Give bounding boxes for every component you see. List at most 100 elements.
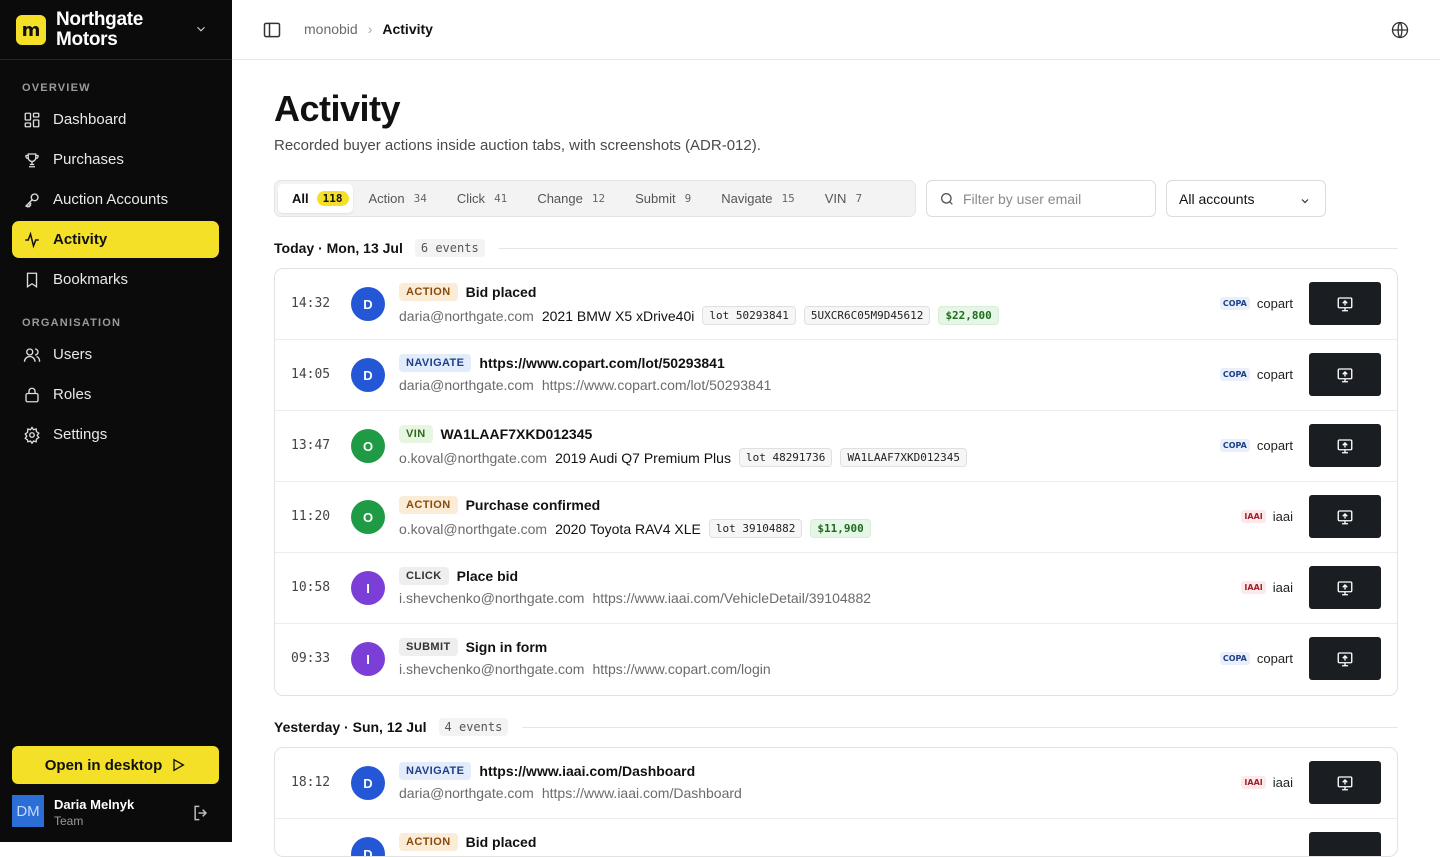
account-name: copart (1256, 296, 1293, 311)
sidebar-item-bookmarks[interactable]: Bookmarks (12, 261, 219, 298)
key-icon (22, 190, 42, 210)
account-label: COPA copart (1219, 296, 1293, 311)
sidebar-item-label: Purchases (53, 151, 124, 168)
event-row[interactable]: 13:47 O VIN WA1LAAF7XKD012345 o.koval@nor… (275, 411, 1397, 482)
tab-label: VIN (824, 191, 847, 206)
screenshot-thumbnail[interactable] (1309, 637, 1381, 680)
sidebar-divider (0, 59, 232, 60)
sidebar-item-roles[interactable]: Roles (12, 376, 219, 413)
sidebar-item-settings[interactable]: Settings (12, 416, 219, 453)
screenshot-thumbnail[interactable] (1309, 282, 1381, 325)
org-switcher[interactable]: m Northgate Motors (16, 10, 216, 50)
screenshot-thumbnail[interactable] (1309, 353, 1381, 396)
event-row[interactable]: 11:20 O ACTION Purchase confirmed o.koval… (275, 482, 1397, 553)
chevron-down-icon (1301, 199, 1309, 204)
tab-click[interactable]: Click 41 (443, 184, 521, 213)
account-label: IAAI iaai (1241, 775, 1293, 790)
gear-icon (22, 425, 42, 445)
tab-count: 34 (413, 192, 427, 205)
tab-vin[interactable]: VIN 7 (811, 184, 876, 213)
tab-label: Click (456, 191, 486, 206)
user-avatar: O (351, 429, 385, 463)
open-in-desktop-label: Open in desktop (44, 756, 163, 774)
sidebar-item-dashboard[interactable]: Dashboard (12, 101, 219, 138)
tab-all[interactable]: All 118 (278, 184, 353, 213)
sidebar-toggle-icon[interactable] (262, 20, 282, 40)
open-in-desktop-button[interactable]: Open in desktop (12, 746, 219, 784)
section-label-overview: OVERVIEW (22, 82, 91, 94)
sidebar-item-users[interactable]: Users (12, 336, 219, 373)
sidebar-item-label: Roles (53, 386, 92, 403)
price-chip: $11,900 (810, 519, 871, 538)
lot-chip: lot 39104882 (708, 519, 803, 538)
activity-icon (22, 230, 42, 250)
tab-navigate[interactable]: Navigate 15 (707, 184, 809, 213)
chevron-down-icon (197, 26, 205, 32)
account-label: IAAI iaai (1241, 580, 1293, 595)
event-url: https://www.iaai.com/Dashboard (541, 785, 742, 801)
tab-label: All (292, 191, 309, 206)
screenshot-thumbnail[interactable] (1309, 495, 1381, 538)
event-user-email: o.koval@northgate.com (399, 449, 548, 466)
event-user-email: daria@northgate.com (399, 307, 534, 324)
event-row[interactable]: D ACTION Bid placed (275, 819, 1397, 856)
screenshot-thumbnail[interactable] (1309, 566, 1381, 609)
vin-chip: 5UXCR6C05M9D45612 (803, 306, 931, 325)
event-user-email: daria@northgate.com (399, 377, 534, 393)
event-time: 13:47 (291, 438, 331, 453)
price-chip: $22,800 (938, 306, 999, 325)
copart-logo-icon: COPA (1219, 652, 1250, 665)
vehicle-name: 2020 Toyota RAV4 XLE (555, 520, 701, 537)
account-label: COPA copart (1219, 651, 1293, 666)
event-type-badge: NAVIGATE (399, 354, 472, 372)
event-title: Place bid (456, 568, 519, 584)
tab-count: 7 (855, 192, 863, 205)
lock-icon (22, 385, 42, 405)
event-user-email: daria@northgate.com (399, 785, 534, 801)
chevron-right-icon: › (367, 21, 373, 37)
logout-icon[interactable] (191, 803, 211, 823)
topbar: monobid › Activity (232, 0, 1440, 60)
lot-chip: lot 50293841 (702, 306, 796, 325)
event-row[interactable]: 14:32 D ACTION Bid placed daria@northgate… (275, 269, 1397, 340)
vin-chip: WA1LAAF7XKD012345 (840, 448, 968, 467)
group-title: Today · Mon, 13 Jul (274, 240, 403, 256)
account-name: copart (1256, 367, 1293, 382)
tab-action[interactable]: Action 34 (355, 184, 441, 213)
account-select[interactable]: All accounts (1166, 180, 1326, 217)
sidebar-item-activity[interactable]: Activity (12, 221, 219, 258)
bookmark-icon (22, 270, 42, 290)
email-filter-input[interactable] (963, 190, 1143, 207)
screenshot-thumbnail[interactable] (1309, 761, 1381, 804)
event-time: 14:05 (291, 367, 331, 382)
copart-logo-icon: COPA (1219, 439, 1250, 452)
event-type-badge: NAVIGATE (399, 762, 472, 780)
tab-submit[interactable]: Submit 9 (621, 184, 705, 213)
group-count: 6 events (414, 239, 485, 257)
account-name: iaai (1272, 580, 1293, 595)
user-avatar: D (351, 837, 385, 856)
account-name: copart (1256, 651, 1293, 666)
tab-count: 118 (316, 191, 349, 206)
event-row[interactable]: 09:33 I SUBMIT Sign in form i.shevchenko@… (275, 624, 1397, 695)
event-row[interactable]: 10:58 I CLICK Place bid i.shevchenko@nort… (275, 553, 1397, 624)
event-url: https://www.iaai.com/VehicleDetail/39104… (592, 590, 872, 606)
copart-logo-icon: COPA (1219, 297, 1250, 310)
screenshot-thumbnail[interactable] (1309, 832, 1381, 856)
user-profile: DM Daria Melnyk Team (12, 795, 219, 831)
tab-count: 15 (781, 192, 795, 205)
globe-icon[interactable] (1390, 20, 1410, 40)
breadcrumb-current: Activity (382, 21, 433, 37)
tab-change[interactable]: Change 12 (523, 184, 619, 213)
event-row[interactable]: 18:12 D NAVIGATE https://www.iaai.com/Das… (275, 748, 1397, 819)
event-user-email: i.shevchenko@northgate.com (399, 590, 585, 606)
tab-count: 9 (684, 192, 692, 205)
sidebar-item-auction-accounts[interactable]: Auction Accounts (12, 181, 219, 218)
screenshot-thumbnail[interactable] (1309, 424, 1381, 467)
sidebar-item-purchases[interactable]: Purchases (12, 141, 219, 178)
event-time: 10:58 (291, 580, 331, 595)
copart-logo-icon: COPA (1219, 368, 1250, 381)
event-row[interactable]: 14:05 D NAVIGATE https://www.copart.com/l… (275, 340, 1397, 411)
event-type-badge: VIN (399, 425, 433, 443)
breadcrumb-root[interactable]: monobid (304, 21, 358, 37)
